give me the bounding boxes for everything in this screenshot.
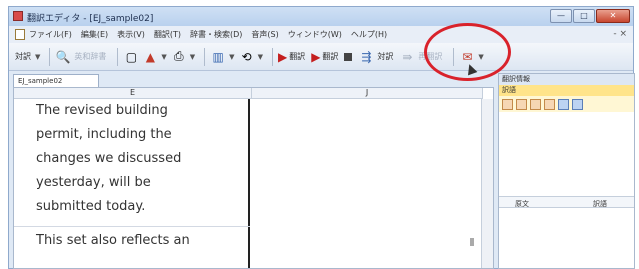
translation-grid: E J The revised building permit, includi…: [13, 87, 494, 269]
toolbar-separator: [49, 47, 51, 66]
source-text-line: changes we discussed: [36, 151, 182, 166]
open-file-icon[interactable]: ▲: [142, 49, 158, 65]
toolbar: 対訳 ▼ 🔍 英和辞書 ▢ ▲ ▼ ⎙ ▼ ▥ ▼ ⟲ ▼ ▶ 翻訳 ▶ 翻訳 …: [9, 43, 633, 71]
toolbar-separator: [204, 47, 206, 66]
chevron-down-icon[interactable]: ▼: [190, 53, 195, 61]
parallel-icon[interactable]: ⇶: [358, 49, 374, 65]
menu-window[interactable]: ウィンドウ(W): [288, 29, 342, 40]
maximize-button[interactable]: □: [573, 9, 595, 23]
source-text-line: The revised building: [36, 103, 168, 118]
window-title: 翻訳エディタ - [EJ_sample02]: [27, 14, 154, 24]
row-marker: [470, 238, 474, 246]
text-style-icon[interactable]: ⟲: [239, 49, 255, 65]
print-icon[interactable]: ⎙: [171, 49, 187, 65]
translation-info-panel: 翻訳情報 訳語 原文 訳語: [498, 73, 635, 269]
panel-title: 翻訳情報: [499, 74, 634, 85]
document-tab[interactable]: EJ_sample02: [13, 74, 99, 87]
toolbar-separator: [271, 47, 273, 66]
title-bar[interactable]: 翻訳エディタ - [EJ_sample02] — □ ✕: [9, 7, 633, 26]
column-original[interactable]: 原文: [515, 199, 529, 209]
column-term[interactable]: 訳語: [593, 199, 607, 209]
vertical-scrollbar[interactable]: [481, 99, 493, 268]
chevron-down-icon[interactable]: ▼: [229, 53, 234, 61]
menu-dictionary[interactable]: 辞書・検索(D): [190, 29, 242, 40]
app-window: 翻訳エディタ - [EJ_sample02] — □ ✕ ファイル(F) 編集(…: [8, 6, 635, 269]
term-tool-icon[interactable]: [516, 98, 527, 110]
new-document-icon[interactable]: ▢: [123, 49, 139, 65]
menu-speech[interactable]: 音声(S): [251, 29, 278, 40]
term-tool-icon[interactable]: [544, 98, 555, 110]
layout-icon[interactable]: ▥: [210, 49, 226, 65]
window-controls: — □ ✕: [550, 9, 630, 23]
close-button[interactable]: ✕: [596, 9, 630, 23]
term-tool-icon[interactable]: [502, 98, 513, 110]
source-text-line: yesterday, will be: [36, 175, 151, 190]
stop-icon[interactable]: [344, 52, 353, 61]
parallel-button[interactable]: 対訳: [377, 51, 393, 62]
app-icon: [13, 11, 23, 21]
panel-toolbar: [499, 96, 634, 112]
chevron-down-icon[interactable]: ▼: [258, 53, 263, 61]
menu-translate[interactable]: 翻訳(T): [154, 29, 181, 40]
retranslate-icon[interactable]: ⇛: [399, 49, 415, 65]
document-tab-strip: EJ_sample02: [9, 72, 494, 87]
column-header-j[interactable]: J: [252, 88, 483, 99]
menu-view[interactable]: 表示(V): [117, 29, 145, 40]
term-tool-icon[interactable]: [558, 98, 569, 110]
source-text-line: submitted today.: [36, 199, 146, 214]
row-divider: [14, 226, 250, 227]
term-tool-icon[interactable]: [572, 98, 583, 110]
mode-selector[interactable]: 対訳: [15, 51, 31, 62]
translate-button[interactable]: 翻訳: [289, 51, 305, 62]
mdi-controls[interactable]: - ×: [613, 29, 627, 39]
play-icon[interactable]: ▶: [278, 50, 287, 64]
tab-terms[interactable]: 訳語: [499, 85, 634, 96]
chevron-down-icon[interactable]: ▼: [35, 53, 40, 61]
menu-help[interactable]: ヘルプ(H): [351, 29, 387, 40]
source-cell[interactable]: The revised building permit, including t…: [14, 99, 250, 268]
chevron-down-icon[interactable]: ▼: [161, 53, 166, 61]
source-text-line: This set also reflects an: [36, 233, 190, 248]
translate-next-icon[interactable]: ▶: [311, 50, 320, 64]
document-icon: [15, 29, 25, 40]
dictionary-search-button[interactable]: 英和辞書: [74, 51, 106, 62]
translate-next-button[interactable]: 翻訳: [322, 51, 338, 62]
minimize-button[interactable]: —: [550, 9, 572, 23]
term-list-header: 原文 訳語: [499, 196, 634, 208]
search-icon[interactable]: 🔍: [55, 49, 71, 65]
menu-file[interactable]: ファイル(F): [29, 29, 72, 40]
source-text-line: permit, including the: [36, 127, 172, 142]
column-header-e[interactable]: E: [14, 88, 252, 99]
menu-bar: ファイル(F) 編集(E) 表示(V) 翻訳(T) 辞書・検索(D) 音声(S)…: [9, 26, 633, 43]
term-tool-icon[interactable]: [530, 98, 541, 110]
toolbar-separator: [117, 47, 119, 66]
menu-edit[interactable]: 編集(E): [81, 29, 108, 40]
